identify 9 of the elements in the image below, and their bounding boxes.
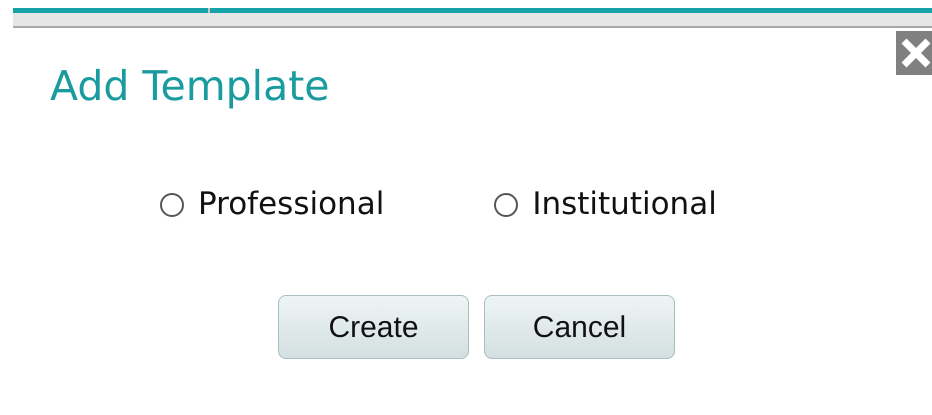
dialog-title: Add Template	[50, 66, 330, 107]
cancel-button[interactable]: Cancel	[484, 295, 675, 359]
create-button[interactable]: Create	[278, 295, 469, 359]
radio-label: Professional	[198, 189, 384, 220]
radio-button[interactable]	[494, 192, 518, 216]
close-button[interactable]	[896, 31, 932, 75]
radio-button[interactable]	[160, 192, 184, 216]
radio-label: Institutional	[532, 189, 717, 220]
close-icon	[899, 36, 932, 70]
